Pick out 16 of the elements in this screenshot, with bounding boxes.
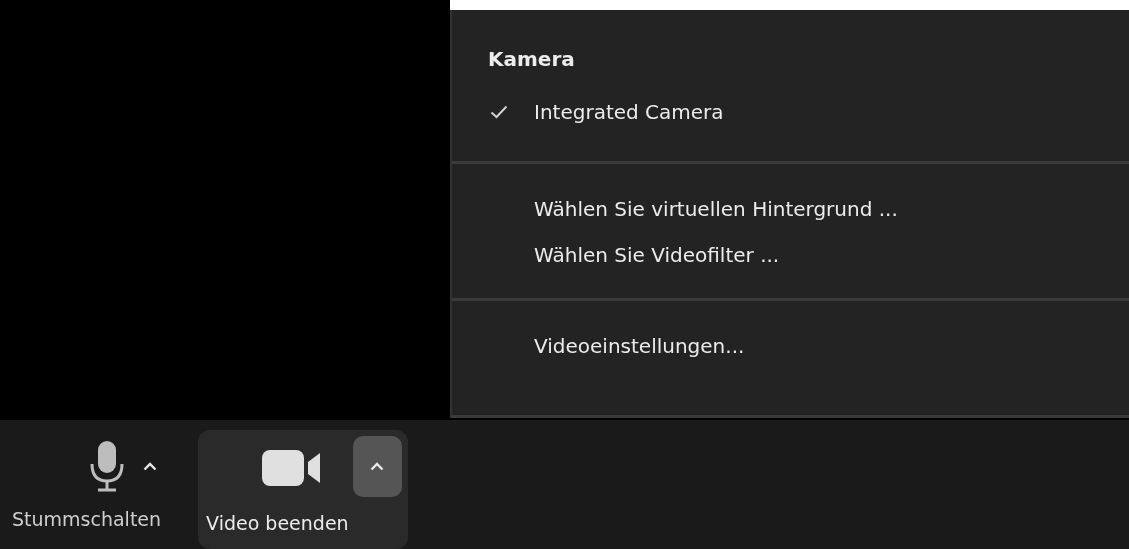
mute-button[interactable]: Stummschalten <box>8 438 166 530</box>
caret-icon <box>142 462 157 471</box>
menu-item-label: Integrated Camera <box>534 100 724 124</box>
video-button[interactable]: Video beenden <box>198 438 353 534</box>
menu-item-label: Wählen Sie Videofilter ... <box>534 243 780 267</box>
menu-item[interactable]: Videoeinstellungen... <box>452 323 1129 369</box>
menu-item[interactable]: Wählen Sie Videofilter ... <box>452 232 1129 278</box>
menu-heading: Kamera <box>487 46 576 71</box>
menu-item[interactable]: Integrated Camera <box>452 89 1129 135</box>
caret-icon <box>370 462 385 471</box>
video-camera-icon <box>262 450 323 486</box>
menu-item-label: Wählen Sie virtuellen Hintergrund ... <box>534 197 898 221</box>
microphone-icon <box>88 440 125 492</box>
menu-item-label: Videoeinstellungen... <box>534 334 745 358</box>
menu-item[interactable]: Wählen Sie virtuellen Hintergrund ... <box>452 186 1129 232</box>
caret-button[interactable] <box>352 436 402 497</box>
